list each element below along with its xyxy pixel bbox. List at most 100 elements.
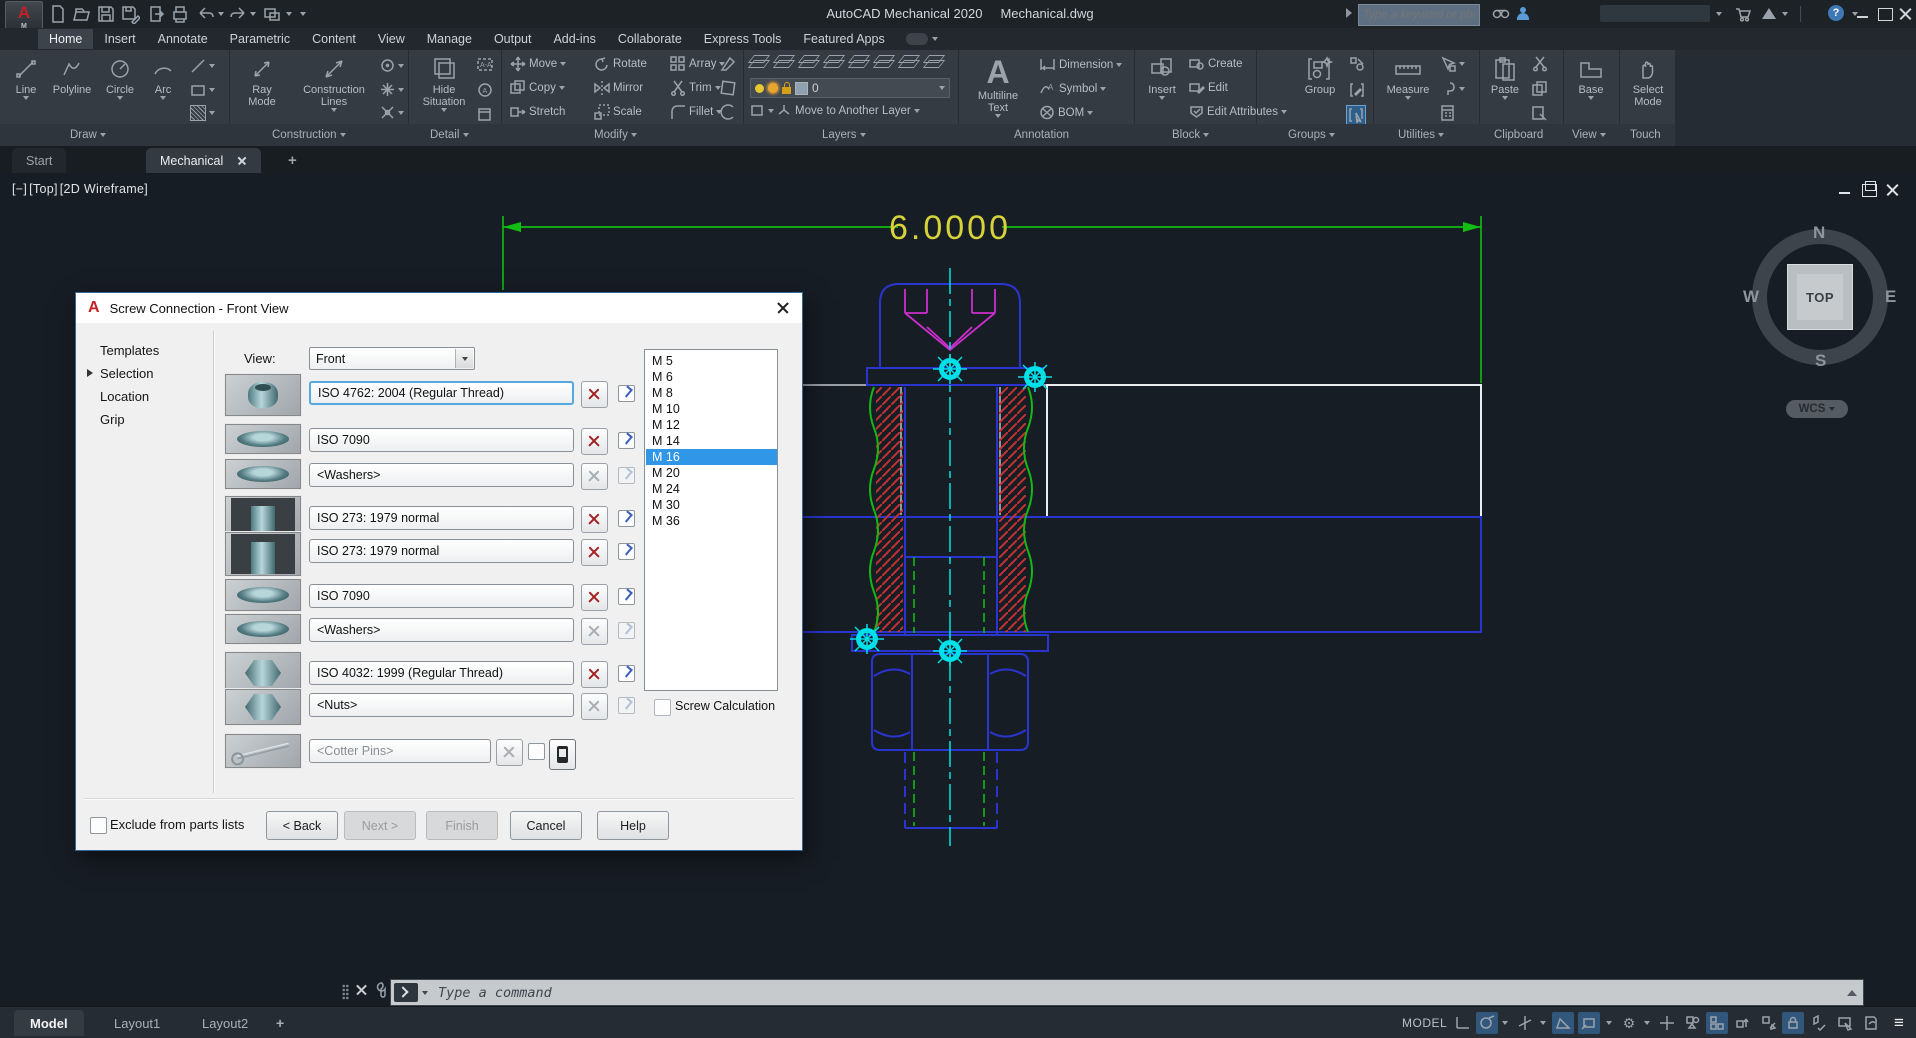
size-option[interactable]: M 24 bbox=[646, 481, 778, 497]
row-check-nuts[interactable] bbox=[618, 697, 635, 714]
row-remove-washer-1-button[interactable] bbox=[581, 428, 608, 455]
finish-button[interactable]: Finish bbox=[426, 811, 498, 840]
ribbon-tab-insert[interactable]: Insert bbox=[93, 29, 146, 49]
search-input[interactable] bbox=[1359, 9, 1479, 21]
row-remove-washers-1-button[interactable] bbox=[581, 463, 608, 490]
row-remove-hole-2-button[interactable] bbox=[581, 539, 608, 566]
ribbon-tab-collaborate[interactable]: Collaborate bbox=[607, 29, 693, 49]
new-layout-button[interactable]: + bbox=[276, 1015, 284, 1031]
detail-view-icon[interactable]: A bbox=[477, 82, 494, 99]
size-listbox[interactable]: M 5 M 6 M 8 M 10 M 12 M 14 M 16 M 20 M 2… bbox=[644, 349, 778, 691]
size-option[interactable]: M 12 bbox=[646, 417, 778, 433]
mirror-button[interactable]: Mirror bbox=[594, 80, 643, 96]
viewport-controls[interactable]: [−][Top][2D Wireframe] bbox=[12, 182, 150, 196]
wcs-selector[interactable]: WCS bbox=[1786, 400, 1848, 418]
ribbon-tab-content[interactable]: Content bbox=[301, 29, 367, 49]
layer-lock-icon[interactable] bbox=[900, 55, 917, 69]
group-edit-icon[interactable] bbox=[1349, 82, 1365, 98]
command-line-drag-handle[interactable] bbox=[342, 984, 349, 1000]
save-button[interactable] bbox=[96, 4, 116, 24]
row-field-screw[interactable]: ISO 4762: 2004 (Regular Thread) bbox=[309, 381, 574, 405]
panel-label-clipboard[interactable]: Clipboard bbox=[1494, 124, 1543, 146]
ribbon-tab-addins[interactable]: Add-ins bbox=[542, 29, 606, 49]
size-option[interactable]: M 8 bbox=[646, 385, 778, 401]
panel-label-construction[interactable]: Construction bbox=[272, 124, 346, 146]
annotation-scale-icon[interactable] bbox=[1732, 1012, 1754, 1034]
app-store-cart-icon[interactable] bbox=[1734, 6, 1752, 22]
move-to-layer-button[interactable]: Move to Another Layer bbox=[750, 103, 920, 118]
detail-aa-icon[interactable]: A-A bbox=[477, 56, 494, 73]
grid-display-toggle[interactable] bbox=[1452, 1012, 1474, 1034]
row-field-nuts[interactable]: <Nuts> bbox=[309, 693, 574, 717]
hide-situation-button[interactable]: Hide Situation bbox=[415, 54, 473, 112]
crosshair-toggle[interactable] bbox=[1656, 1012, 1678, 1034]
panel-label-groups[interactable]: Groups bbox=[1288, 124, 1335, 146]
redo-dropdown[interactable] bbox=[250, 12, 256, 16]
open-file-button[interactable] bbox=[72, 4, 92, 24]
layout-tab-model[interactable]: Model bbox=[14, 1010, 84, 1036]
panel-label-block[interactable]: Block bbox=[1172, 124, 1209, 146]
arc-button[interactable]: Arc bbox=[146, 54, 180, 100]
search-box[interactable] bbox=[1358, 4, 1480, 26]
maximize-window-button[interactable] bbox=[1878, 8, 1893, 21]
symbol-button[interactable]: ASymbol bbox=[1039, 81, 1106, 96]
minimize-window-button[interactable] bbox=[1856, 8, 1869, 19]
row-remove-nuts-button[interactable] bbox=[581, 693, 608, 720]
layer-match-icon[interactable] bbox=[925, 55, 942, 69]
fillet-button[interactable]: Fillet bbox=[670, 104, 722, 120]
row-field-nut[interactable]: ISO 4032: 1999 (Regular Thread) bbox=[309, 661, 574, 685]
ribbon-tab-featured-apps[interactable]: Featured Apps bbox=[792, 29, 895, 49]
ortho-mode-toggle[interactable] bbox=[1514, 1012, 1536, 1034]
undo-dropdown[interactable] bbox=[218, 12, 224, 16]
measure-button[interactable]: Measure bbox=[1382, 54, 1434, 100]
copy-button[interactable]: Copy bbox=[510, 80, 565, 96]
ribbon-options-dropdown[interactable] bbox=[932, 37, 938, 41]
layer-state-icon[interactable] bbox=[775, 55, 792, 69]
line-button[interactable]: Line bbox=[6, 54, 46, 100]
selection-cycling-toggle[interactable] bbox=[1682, 1012, 1704, 1034]
construction-circle-dropdown[interactable] bbox=[380, 58, 404, 73]
close-window-button[interactable] bbox=[1899, 8, 1912, 19]
plot-button[interactable] bbox=[170, 4, 190, 24]
row-check-washer-1[interactable] bbox=[618, 432, 635, 449]
row-check-washers-2[interactable] bbox=[618, 622, 635, 639]
construction-lines-button[interactable]: Construction Lines bbox=[292, 54, 376, 112]
row-remove-nut-button[interactable] bbox=[581, 661, 608, 688]
bom-button[interactable]: BOM bbox=[1039, 105, 1093, 120]
export-layout-icon[interactable] bbox=[1860, 1012, 1882, 1034]
nav-location[interactable]: Location bbox=[100, 389, 149, 404]
layout-tab-layout2[interactable]: Layout2 bbox=[186, 1010, 264, 1036]
workspace-button[interactable] bbox=[262, 4, 282, 24]
find-icon[interactable] bbox=[1440, 81, 1465, 97]
panel-label-layers[interactable]: Layers bbox=[822, 124, 866, 146]
layer-properties-icon[interactable] bbox=[750, 55, 767, 69]
size-option[interactable]: M 14 bbox=[646, 433, 778, 449]
nav-selection[interactable]: Selection bbox=[100, 366, 153, 381]
qat-overflow-dropdown[interactable] bbox=[300, 12, 306, 16]
modify-offset-icon[interactable] bbox=[720, 104, 736, 120]
select-mode-button[interactable]: Select Mode bbox=[1624, 54, 1672, 108]
row-field-washer-2[interactable]: ISO 7090 bbox=[309, 584, 574, 608]
panel-label-draw[interactable]: Draw bbox=[70, 124, 106, 146]
row-remove-cotter-pins-button[interactable] bbox=[496, 739, 523, 766]
annotation-visibility-icon[interactable] bbox=[1758, 1012, 1780, 1034]
rotate-button[interactable]: Rotate bbox=[594, 56, 647, 72]
insert-button[interactable]: Insert bbox=[1139, 54, 1185, 100]
row-check-washer-2[interactable] bbox=[618, 588, 635, 605]
screw-calculation-button[interactable] bbox=[549, 739, 576, 770]
autodesk-dropdown[interactable] bbox=[1782, 12, 1788, 16]
copy-clip-icon[interactable] bbox=[1532, 81, 1548, 97]
workspace-switching-icon[interactable] bbox=[1808, 1012, 1830, 1034]
ribbon-tab-view[interactable]: View bbox=[367, 29, 416, 49]
row-check-nut[interactable] bbox=[618, 665, 635, 682]
paste-button[interactable]: Paste bbox=[1484, 54, 1526, 100]
ribbon-tab-manage[interactable]: Manage bbox=[416, 29, 483, 49]
hardware-accel-toggle[interactable] bbox=[1706, 1012, 1728, 1034]
row-field-hole-2[interactable]: ISO 273: 1979 normal bbox=[309, 539, 574, 563]
panel-label-detail[interactable]: Detail bbox=[430, 124, 469, 146]
panel-label-utilities[interactable]: Utilities bbox=[1398, 124, 1444, 146]
row-check-hole-1[interactable] bbox=[618, 510, 635, 527]
row-remove-screw-button[interactable] bbox=[581, 381, 608, 408]
circle-button[interactable]: Circle bbox=[100, 54, 140, 100]
layer-unisolate-icon[interactable] bbox=[825, 55, 842, 69]
